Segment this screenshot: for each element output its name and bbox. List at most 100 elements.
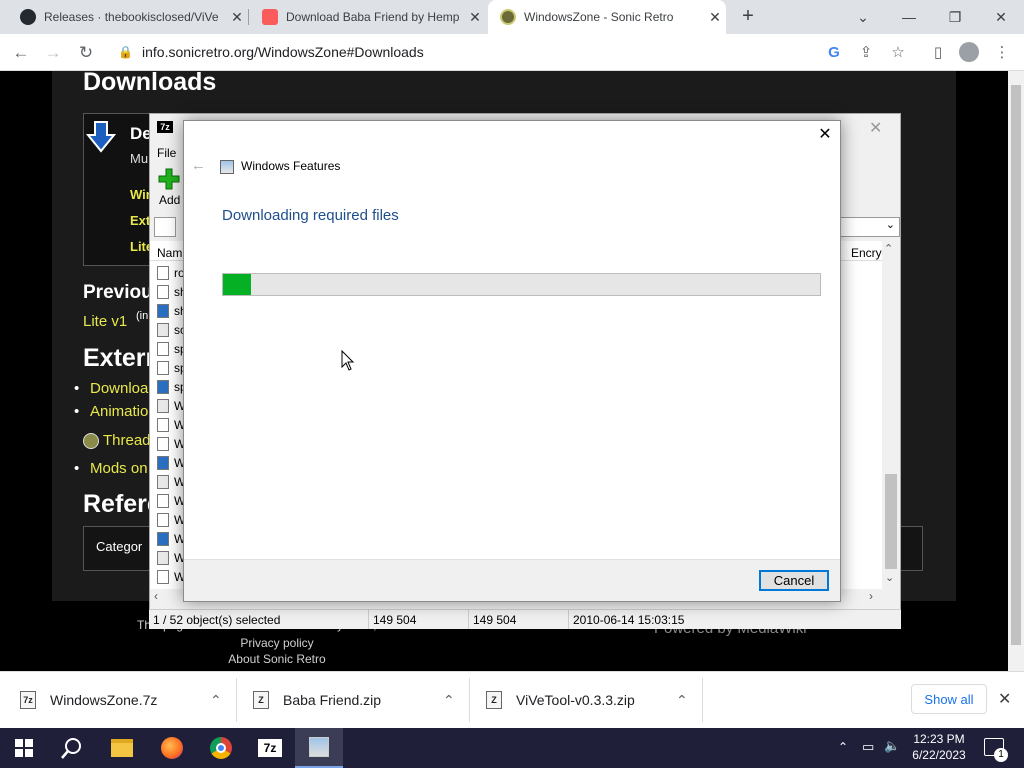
previous-link[interactable]: Lite v1: [83, 313, 127, 330]
tab-close-icon[interactable]: ✕: [226, 9, 248, 26]
mods-link[interactable]: Mods on: [90, 460, 148, 477]
volume-muted-icon[interactable]: 🔈: [884, 738, 900, 754]
file-list-row[interactable]: sc: [157, 323, 186, 337]
status-size: 149 504: [369, 610, 469, 629]
footer-privacy-link[interactable]: Privacy policy: [197, 636, 357, 650]
thread-link[interactable]: Thread: [103, 432, 151, 449]
address-bar[interactable]: 🔒 info.sonicretro.org/WindowsZone#Downlo…: [108, 38, 916, 66]
file-list-row[interactable]: W: [157, 399, 185, 413]
scroll-right-arrow[interactable]: ›: [869, 589, 873, 603]
tab-releases[interactable]: Releases · thebookisclosed/ViVe ✕: [8, 0, 248, 34]
dialog-back-icon[interactable]: ←: [191, 157, 206, 174]
up-folder-icon[interactable]: [154, 217, 176, 237]
network-icon[interactable]: ▭: [862, 739, 874, 755]
tab-search-icon[interactable]: ⌄: [840, 0, 886, 34]
file-list-row[interactable]: W: [157, 532, 185, 546]
tab-windowszone[interactable]: WindowsZone - Sonic Retro ✕: [488, 0, 726, 34]
search-icon[interactable]: [48, 728, 96, 768]
file-icon: [157, 399, 169, 413]
page-scrollbar-thumb[interactable]: [1011, 85, 1021, 645]
new-tab-button[interactable]: +: [736, 5, 760, 29]
side-panel-icon[interactable]: ▯: [926, 40, 950, 64]
tab-close-icon[interactable]: ✕: [704, 9, 726, 26]
reload-button[interactable]: ↻: [73, 40, 99, 66]
clock-time: 12:23 PM: [913, 732, 965, 746]
file-list-row[interactable]: W: [157, 475, 185, 489]
file-explorer-icon[interactable]: [98, 728, 146, 768]
cancel-button[interactable]: Cancel: [759, 570, 829, 591]
download-item-windowszone[interactable]: 7z WindowsZone.7z ⌃: [20, 678, 230, 722]
scroll-up-arrow[interactable]: ⌃: [884, 242, 893, 255]
windows-features-icon: [220, 160, 234, 174]
google-icon[interactable]: G: [822, 40, 846, 64]
file-list-row[interactable]: W: [157, 551, 185, 565]
share-icon[interactable]: ⇪: [854, 40, 878, 64]
show-all-button[interactable]: Show all: [911, 684, 987, 714]
column-name[interactable]: Nam: [157, 246, 182, 260]
external-link-animation[interactable]: Animatio: [90, 403, 148, 420]
chevron-up-icon[interactable]: ⌃: [210, 692, 230, 709]
file-list-row[interactable]: W: [157, 570, 185, 584]
chevron-up-icon[interactable]: ⌃: [838, 740, 848, 754]
add-label[interactable]: Add: [159, 193, 180, 207]
tab-label: WindowsZone - Sonic Retro: [524, 10, 674, 24]
sevenzip-menu-file[interactable]: File: [157, 146, 176, 160]
itch-icon: [262, 9, 278, 25]
file-list-row[interactable]: W: [157, 437, 185, 451]
download-link-ext[interactable]: Ext: [130, 213, 150, 228]
footer-about-link[interactable]: About Sonic Retro: [197, 652, 357, 666]
chevron-up-icon[interactable]: ⌃: [676, 692, 696, 709]
file-list-scrollbar-thumb[interactable]: [885, 474, 897, 569]
bullet: •: [74, 403, 80, 420]
tab-baba-friend[interactable]: Download Baba Friend by Hemp ✕: [250, 0, 486, 34]
bullet: •: [74, 380, 80, 397]
profile-avatar-icon[interactable]: [957, 40, 981, 64]
file-list-row[interactable]: W: [157, 418, 185, 432]
shelf-divider: [469, 678, 470, 722]
sevenzip-close-icon[interactable]: ✕: [869, 118, 882, 138]
file-list-row[interactable]: W: [157, 456, 185, 470]
dialog-close-icon[interactable]: ✕: [816, 126, 834, 144]
back-button[interactable]: ←: [8, 40, 34, 66]
previous-suffix: (in: [136, 310, 149, 322]
status-packed: 149 504: [469, 610, 569, 629]
windows-features-taskbar-icon[interactable]: [295, 728, 343, 768]
tab-close-icon[interactable]: ✕: [464, 9, 486, 26]
download-item-baba-friend[interactable]: Z Baba Friend.zip ⌃: [253, 678, 463, 722]
sevenzip-taskbar-icon[interactable]: 7z: [246, 728, 294, 768]
column-encrypted[interactable]: Encry: [851, 246, 882, 260]
tab-divider: [248, 9, 249, 25]
shelf-divider: [702, 678, 703, 722]
external-link-download[interactable]: Downloa: [90, 380, 148, 397]
add-plus-icon[interactable]: [158, 168, 180, 190]
forward-button[interactable]: →: [40, 40, 66, 66]
scroll-left-arrow[interactable]: ‹: [154, 589, 158, 603]
chevron-up-icon[interactable]: ⌃: [443, 692, 463, 709]
lock-icon: 🔒: [118, 45, 133, 59]
bullet: •: [74, 460, 80, 477]
menu-kebab-icon[interactable]: ⋮: [990, 40, 1014, 64]
file-list-row[interactable]: W: [157, 494, 185, 508]
scroll-down-arrow[interactable]: ⌄: [885, 571, 894, 584]
minimize-button[interactable]: —: [886, 0, 932, 34]
start-button[interactable]: [0, 728, 48, 768]
file-list-row[interactable]: W: [157, 513, 185, 527]
download-item-label: ViVeTool-v0.3.3.zip: [516, 692, 635, 708]
bookmark-star-icon[interactable]: ☆: [886, 40, 910, 64]
close-window-button[interactable]: ✕: [978, 0, 1024, 34]
zip-file-icon: Z: [253, 691, 269, 709]
chrome-icon[interactable]: [197, 728, 245, 768]
shelf-close-icon[interactable]: ✕: [998, 689, 1011, 709]
status-selected: 1 / 52 object(s) selected: [149, 610, 369, 629]
file-list-row[interactable]: ro: [157, 266, 185, 280]
heading-previous: Previou: [83, 282, 153, 303]
download-item-vivetool[interactable]: Z ViVeTool-v0.3.3.zip ⌃: [486, 678, 696, 722]
download-progress-bar: [222, 273, 821, 296]
address-dropdown[interactable]: ⌄: [840, 217, 900, 237]
system-clock[interactable]: 12:23 PM 6/22/2023: [904, 731, 974, 763]
tab-label: Download Baba Friend by Hemp: [286, 10, 460, 24]
restore-button[interactable]: ❐: [932, 0, 978, 34]
sevenzip-status-bar: 1 / 52 object(s) selected 149 504 149 50…: [149, 609, 901, 629]
windows-features-dialog: [183, 120, 841, 602]
firefox-icon[interactable]: [148, 728, 196, 768]
